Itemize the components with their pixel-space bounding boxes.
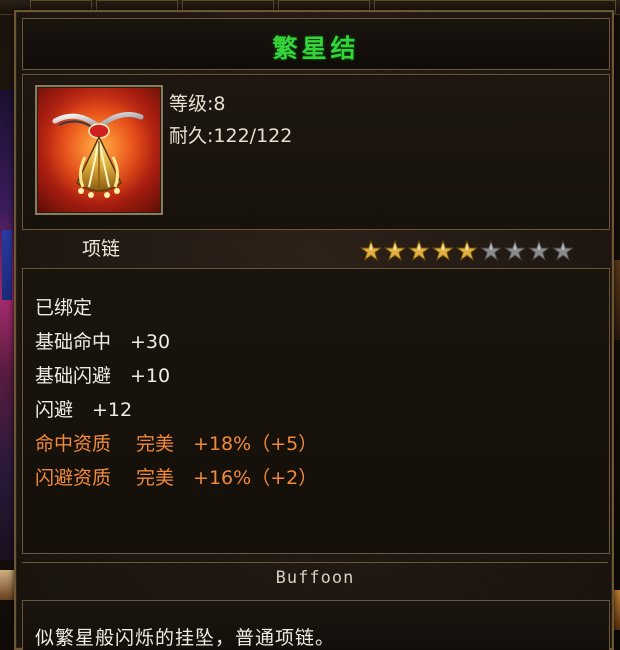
- attribute-dodge-quality: 闪避资质 完美 +16%（+2）: [35, 467, 318, 489]
- star-filled-icon: [360, 240, 382, 262]
- item-description: 似繁星般闪烁的挂坠，普通项链。: [35, 627, 336, 649]
- bound-status: 已绑定: [35, 297, 93, 319]
- star-empty-icon: [552, 240, 574, 262]
- item-level: 等级:8: [169, 93, 226, 115]
- attribute-dodge: 闪避 +12: [35, 399, 133, 421]
- necklace-icon: [35, 85, 163, 215]
- star-empty-icon: [504, 240, 526, 262]
- item-durability: 耐久:122/122: [169, 125, 293, 147]
- attribute-base-hit: 基础命中 +30: [35, 331, 171, 353]
- attribute-base-dodge: 基础闪避 +10: [35, 365, 171, 387]
- star-rating: [360, 240, 574, 262]
- title-bar: 繁星结: [22, 18, 610, 70]
- star-filled-icon: [408, 240, 430, 262]
- author-name: Buffoon: [22, 562, 608, 594]
- attribute-hit-quality: 命中资质 完美 +18%（+5）: [35, 433, 318, 455]
- star-filled-icon: [384, 240, 406, 262]
- attributes-panel: 已绑定 基础命中 +30 基础闪避 +10 闪避 +12 命中资质 完美 +18…: [22, 268, 610, 554]
- item-name: 繁星结: [272, 34, 360, 63]
- star-filled-icon: [456, 240, 478, 262]
- item-info-panel: 等级:8 耐久:122/122: [22, 74, 610, 230]
- game-scene: 繁星结 等级:8 耐久:122/122 项链 已绑定 基础命中 +30 基础闪避…: [0, 0, 620, 650]
- necklace-artwork: [44, 94, 154, 204]
- star-empty-icon: [528, 240, 550, 262]
- description-panel: 似繁星般闪烁的挂坠，普通项链。: [22, 600, 610, 650]
- star-filled-icon: [432, 240, 454, 262]
- item-tooltip: 繁星结 等级:8 耐久:122/122 项链 已绑定 基础命中 +30 基础闪避…: [14, 10, 614, 650]
- item-type: 项链: [82, 238, 121, 260]
- star-empty-icon: [480, 240, 502, 262]
